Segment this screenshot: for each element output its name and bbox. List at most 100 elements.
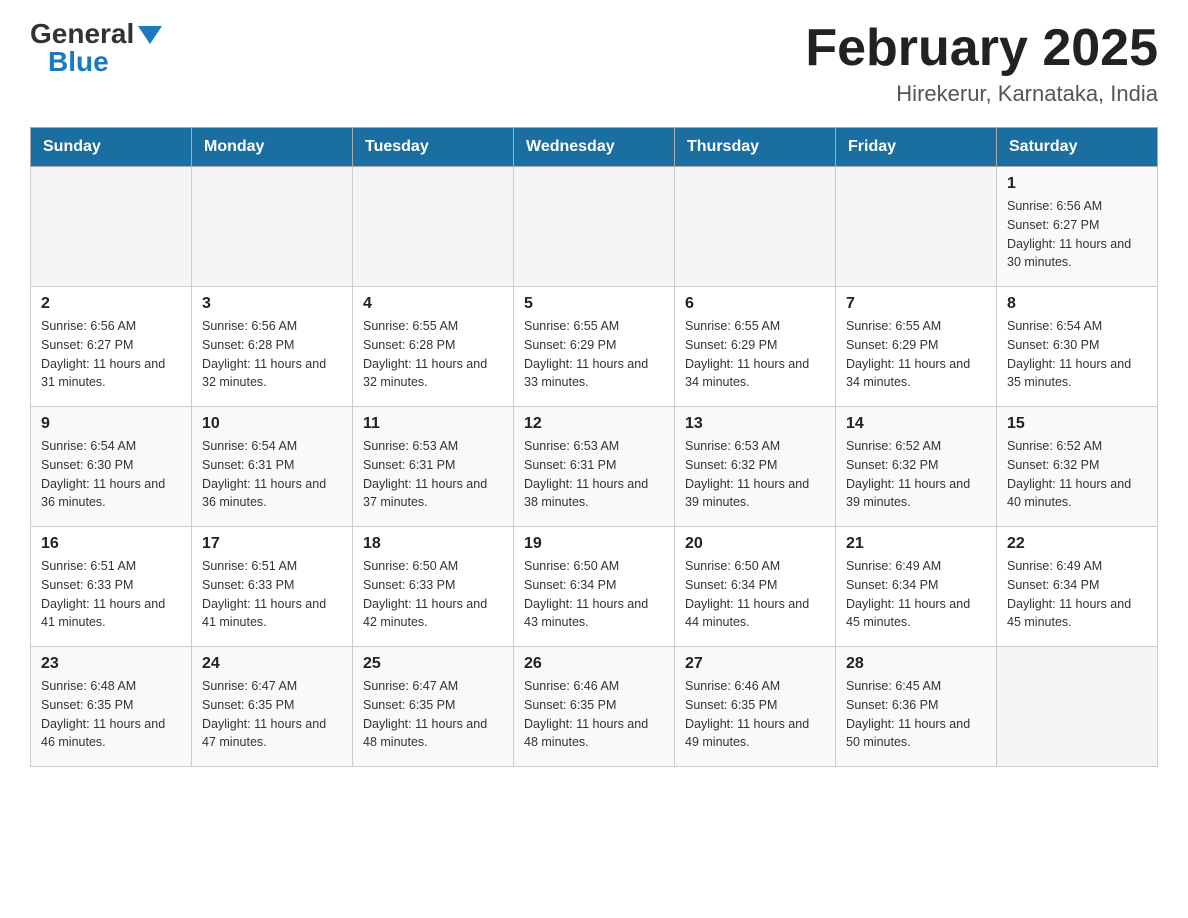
calendar-day-cell: 2 Sunrise: 6:56 AM Sunset: 6:27 PM Dayli… [31, 287, 192, 407]
month-title: February 2025 [805, 20, 1158, 77]
daylight-text: Daylight: 11 hours and 37 minutes. [363, 475, 503, 513]
day-info: Sunrise: 6:52 AM Sunset: 6:32 PM Dayligh… [846, 437, 986, 512]
day-number: 26 [524, 655, 664, 673]
daylight-text: Daylight: 11 hours and 36 minutes. [41, 475, 181, 513]
sunset-text: Sunset: 6:31 PM [202, 456, 342, 475]
day-number: 20 [685, 535, 825, 553]
calendar-day-cell: 7 Sunrise: 6:55 AM Sunset: 6:29 PM Dayli… [836, 287, 997, 407]
calendar-week-row: 9 Sunrise: 6:54 AM Sunset: 6:30 PM Dayli… [31, 407, 1158, 527]
calendar-day-cell: 25 Sunrise: 6:47 AM Sunset: 6:35 PM Dayl… [353, 647, 514, 767]
header-monday: Monday [192, 128, 353, 167]
day-number: 3 [202, 295, 342, 313]
sunset-text: Sunset: 6:31 PM [524, 456, 664, 475]
sunset-text: Sunset: 6:27 PM [41, 336, 181, 355]
sunset-text: Sunset: 6:33 PM [363, 576, 503, 595]
calendar-day-cell: 16 Sunrise: 6:51 AM Sunset: 6:33 PM Dayl… [31, 527, 192, 647]
sunrise-text: Sunrise: 6:53 AM [685, 437, 825, 456]
sunset-text: Sunset: 6:32 PM [1007, 456, 1147, 475]
day-info: Sunrise: 6:47 AM Sunset: 6:35 PM Dayligh… [363, 677, 503, 752]
daylight-text: Daylight: 11 hours and 46 minutes. [41, 715, 181, 753]
sunrise-text: Sunrise: 6:50 AM [363, 557, 503, 576]
calendar-day-cell [353, 167, 514, 287]
daylight-text: Daylight: 11 hours and 41 minutes. [202, 595, 342, 633]
sunset-text: Sunset: 6:35 PM [41, 696, 181, 715]
sunrise-text: Sunrise: 6:46 AM [685, 677, 825, 696]
daylight-text: Daylight: 11 hours and 45 minutes. [1007, 595, 1147, 633]
sunrise-text: Sunrise: 6:56 AM [41, 317, 181, 336]
sunset-text: Sunset: 6:29 PM [846, 336, 986, 355]
day-info: Sunrise: 6:46 AM Sunset: 6:35 PM Dayligh… [685, 677, 825, 752]
day-info: Sunrise: 6:53 AM Sunset: 6:32 PM Dayligh… [685, 437, 825, 512]
day-number: 10 [202, 415, 342, 433]
logo-general-text: General [30, 20, 134, 48]
sunset-text: Sunset: 6:34 PM [1007, 576, 1147, 595]
sunrise-text: Sunrise: 6:54 AM [41, 437, 181, 456]
calendar-week-row: 1 Sunrise: 6:56 AM Sunset: 6:27 PM Dayli… [31, 167, 1158, 287]
calendar-day-cell: 10 Sunrise: 6:54 AM Sunset: 6:31 PM Dayl… [192, 407, 353, 527]
day-number: 28 [846, 655, 986, 673]
calendar-day-cell: 22 Sunrise: 6:49 AM Sunset: 6:34 PM Dayl… [997, 527, 1158, 647]
sunrise-text: Sunrise: 6:45 AM [846, 677, 986, 696]
calendar-day-cell: 8 Sunrise: 6:54 AM Sunset: 6:30 PM Dayli… [997, 287, 1158, 407]
day-info: Sunrise: 6:50 AM Sunset: 6:34 PM Dayligh… [524, 557, 664, 632]
sunset-text: Sunset: 6:29 PM [524, 336, 664, 355]
daylight-text: Daylight: 11 hours and 49 minutes. [685, 715, 825, 753]
day-number: 21 [846, 535, 986, 553]
title-block: February 2025 Hirekerur, Karnataka, Indi… [805, 20, 1158, 107]
sunrise-text: Sunrise: 6:49 AM [846, 557, 986, 576]
calendar-day-cell: 6 Sunrise: 6:55 AM Sunset: 6:29 PM Dayli… [675, 287, 836, 407]
sunset-text: Sunset: 6:35 PM [363, 696, 503, 715]
daylight-text: Daylight: 11 hours and 31 minutes. [41, 355, 181, 393]
calendar-day-cell: 4 Sunrise: 6:55 AM Sunset: 6:28 PM Dayli… [353, 287, 514, 407]
daylight-text: Daylight: 11 hours and 34 minutes. [685, 355, 825, 393]
header-sunday: Sunday [31, 128, 192, 167]
daylight-text: Daylight: 11 hours and 32 minutes. [202, 355, 342, 393]
sunset-text: Sunset: 6:34 PM [846, 576, 986, 595]
sunrise-text: Sunrise: 6:48 AM [41, 677, 181, 696]
sunset-text: Sunset: 6:29 PM [685, 336, 825, 355]
day-info: Sunrise: 6:51 AM Sunset: 6:33 PM Dayligh… [41, 557, 181, 632]
day-info: Sunrise: 6:50 AM Sunset: 6:34 PM Dayligh… [685, 557, 825, 632]
calendar-day-cell: 11 Sunrise: 6:53 AM Sunset: 6:31 PM Dayl… [353, 407, 514, 527]
day-number: 23 [41, 655, 181, 673]
sunrise-text: Sunrise: 6:49 AM [1007, 557, 1147, 576]
day-info: Sunrise: 6:46 AM Sunset: 6:35 PM Dayligh… [524, 677, 664, 752]
day-info: Sunrise: 6:55 AM Sunset: 6:29 PM Dayligh… [524, 317, 664, 392]
sunset-text: Sunset: 6:36 PM [846, 696, 986, 715]
day-info: Sunrise: 6:50 AM Sunset: 6:33 PM Dayligh… [363, 557, 503, 632]
sunset-text: Sunset: 6:30 PM [1007, 336, 1147, 355]
day-number: 22 [1007, 535, 1147, 553]
day-number: 9 [41, 415, 181, 433]
header-thursday: Thursday [675, 128, 836, 167]
day-info: Sunrise: 6:51 AM Sunset: 6:33 PM Dayligh… [202, 557, 342, 632]
daylight-text: Daylight: 11 hours and 30 minutes. [1007, 235, 1147, 273]
day-number: 14 [846, 415, 986, 433]
day-info: Sunrise: 6:52 AM Sunset: 6:32 PM Dayligh… [1007, 437, 1147, 512]
calendar-day-cell: 18 Sunrise: 6:50 AM Sunset: 6:33 PM Dayl… [353, 527, 514, 647]
sunrise-text: Sunrise: 6:55 AM [363, 317, 503, 336]
daylight-text: Daylight: 11 hours and 35 minutes. [1007, 355, 1147, 393]
daylight-text: Daylight: 11 hours and 43 minutes. [524, 595, 664, 633]
day-number: 4 [363, 295, 503, 313]
sunset-text: Sunset: 6:35 PM [524, 696, 664, 715]
sunset-text: Sunset: 6:28 PM [363, 336, 503, 355]
sunset-text: Sunset: 6:32 PM [685, 456, 825, 475]
day-number: 13 [685, 415, 825, 433]
sunrise-text: Sunrise: 6:55 AM [846, 317, 986, 336]
calendar-day-cell [31, 167, 192, 287]
calendar-day-cell: 23 Sunrise: 6:48 AM Sunset: 6:35 PM Dayl… [31, 647, 192, 767]
sunrise-text: Sunrise: 6:52 AM [846, 437, 986, 456]
calendar-day-cell [997, 647, 1158, 767]
day-info: Sunrise: 6:54 AM Sunset: 6:30 PM Dayligh… [1007, 317, 1147, 392]
day-number: 12 [524, 415, 664, 433]
day-info: Sunrise: 6:54 AM Sunset: 6:31 PM Dayligh… [202, 437, 342, 512]
location-title: Hirekerur, Karnataka, India [805, 81, 1158, 107]
calendar-day-cell [675, 167, 836, 287]
calendar-day-cell: 21 Sunrise: 6:49 AM Sunset: 6:34 PM Dayl… [836, 527, 997, 647]
sunset-text: Sunset: 6:27 PM [1007, 216, 1147, 235]
sunset-text: Sunset: 6:32 PM [846, 456, 986, 475]
day-info: Sunrise: 6:55 AM Sunset: 6:28 PM Dayligh… [363, 317, 503, 392]
calendar-week-row: 23 Sunrise: 6:48 AM Sunset: 6:35 PM Dayl… [31, 647, 1158, 767]
sunset-text: Sunset: 6:28 PM [202, 336, 342, 355]
daylight-text: Daylight: 11 hours and 36 minutes. [202, 475, 342, 513]
